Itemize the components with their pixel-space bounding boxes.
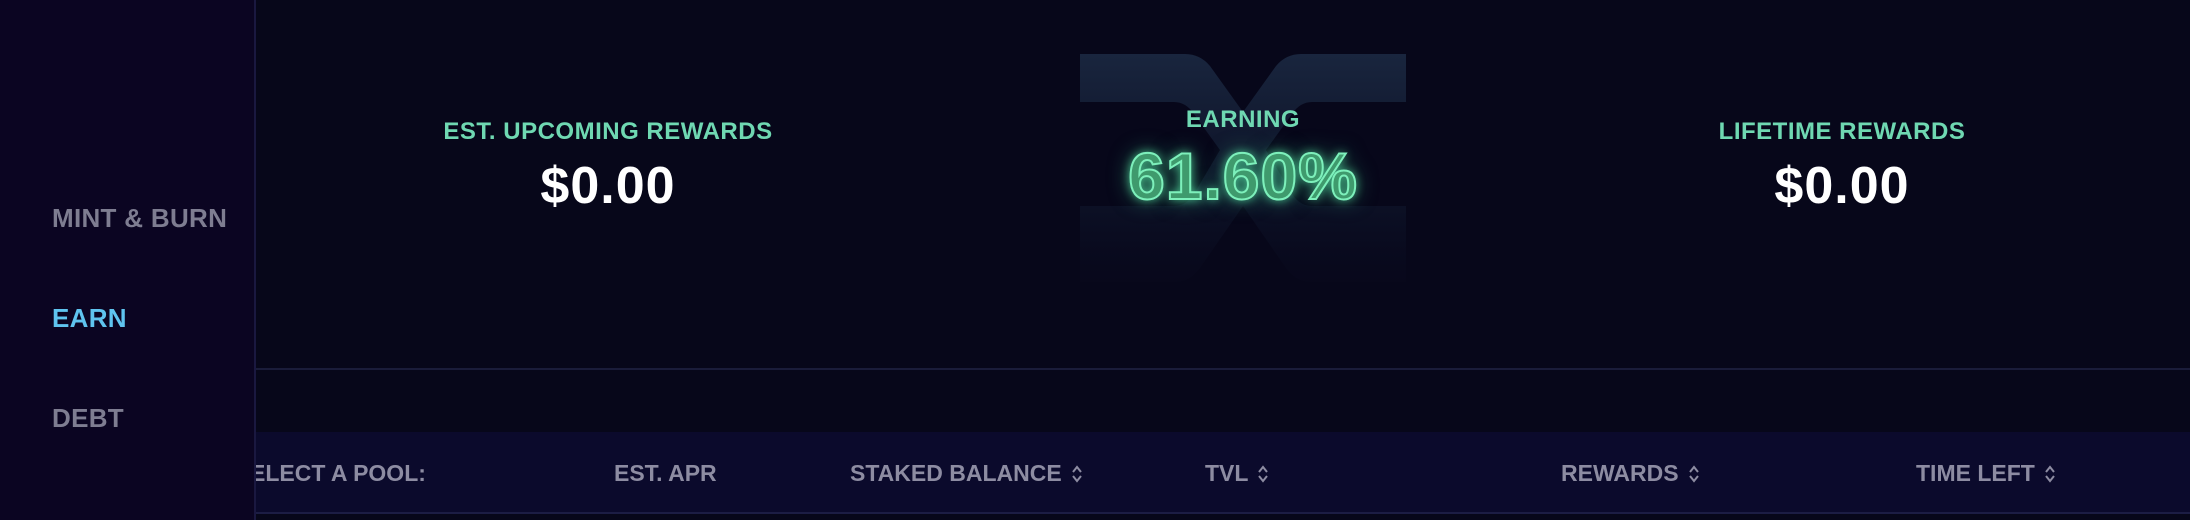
column-select-pool: ELECT A POOL: [256,460,426,487]
sidebar-item-debt[interactable]: DEBT [52,403,124,434]
upcoming-rewards-value: $0.00 [540,157,676,215]
sort-icon[interactable] [1688,464,1699,483]
column-time-left[interactable]: TIME LEFT [1916,460,2055,487]
upcoming-rewards-label: EST. UPCOMING REWARDS [443,118,773,145]
sidebar-item-mint-burn[interactable]: MINT & BURN [52,203,227,234]
column-label: ELECT A POOL: [256,460,426,486]
column-label: STAKED BALANCE [850,460,1062,486]
sidebar-item-earn[interactable]: EARN [52,303,127,334]
lifetime-rewards-value: $0.00 [1774,157,1910,215]
sidebar: MINT & BURN EARN DEBT [0,0,256,520]
column-label: REWARDS [1561,460,1679,486]
lifetime-rewards-label: LIFETIME REWARDS [1718,118,1966,145]
sort-icon[interactable] [1258,464,1269,483]
pool-table-header: ELECT A POOL: EST. APR STAKED BALANCE TV… [256,432,2190,514]
column-label: TVL [1205,460,1249,486]
column-staked-balance[interactable]: STAKED BALANCE [850,460,1082,487]
column-est-apr: EST. APR [614,460,717,487]
column-rewards[interactable]: REWARDS [1561,460,1699,487]
stat-earning: EARNING 61.60% [1113,106,1373,214]
stat-lifetime-rewards: LIFETIME REWARDS $0.00 [1712,118,1972,216]
sort-icon[interactable] [1071,464,1082,483]
stat-upcoming-rewards: EST. UPCOMING REWARDS $0.00 [438,118,778,216]
column-label: EST. APR [614,460,717,486]
earn-main-panel: EST. UPCOMING REWARDS $0.00 EARNING 61.6… [256,0,2190,520]
earning-label: EARNING [1185,106,1301,133]
earning-value: 61.60% [1127,138,1358,214]
column-tvl[interactable]: TVL [1205,460,1269,487]
column-label: TIME LEFT [1916,460,2035,486]
divider [256,368,2190,370]
sort-icon[interactable] [2045,464,2055,483]
